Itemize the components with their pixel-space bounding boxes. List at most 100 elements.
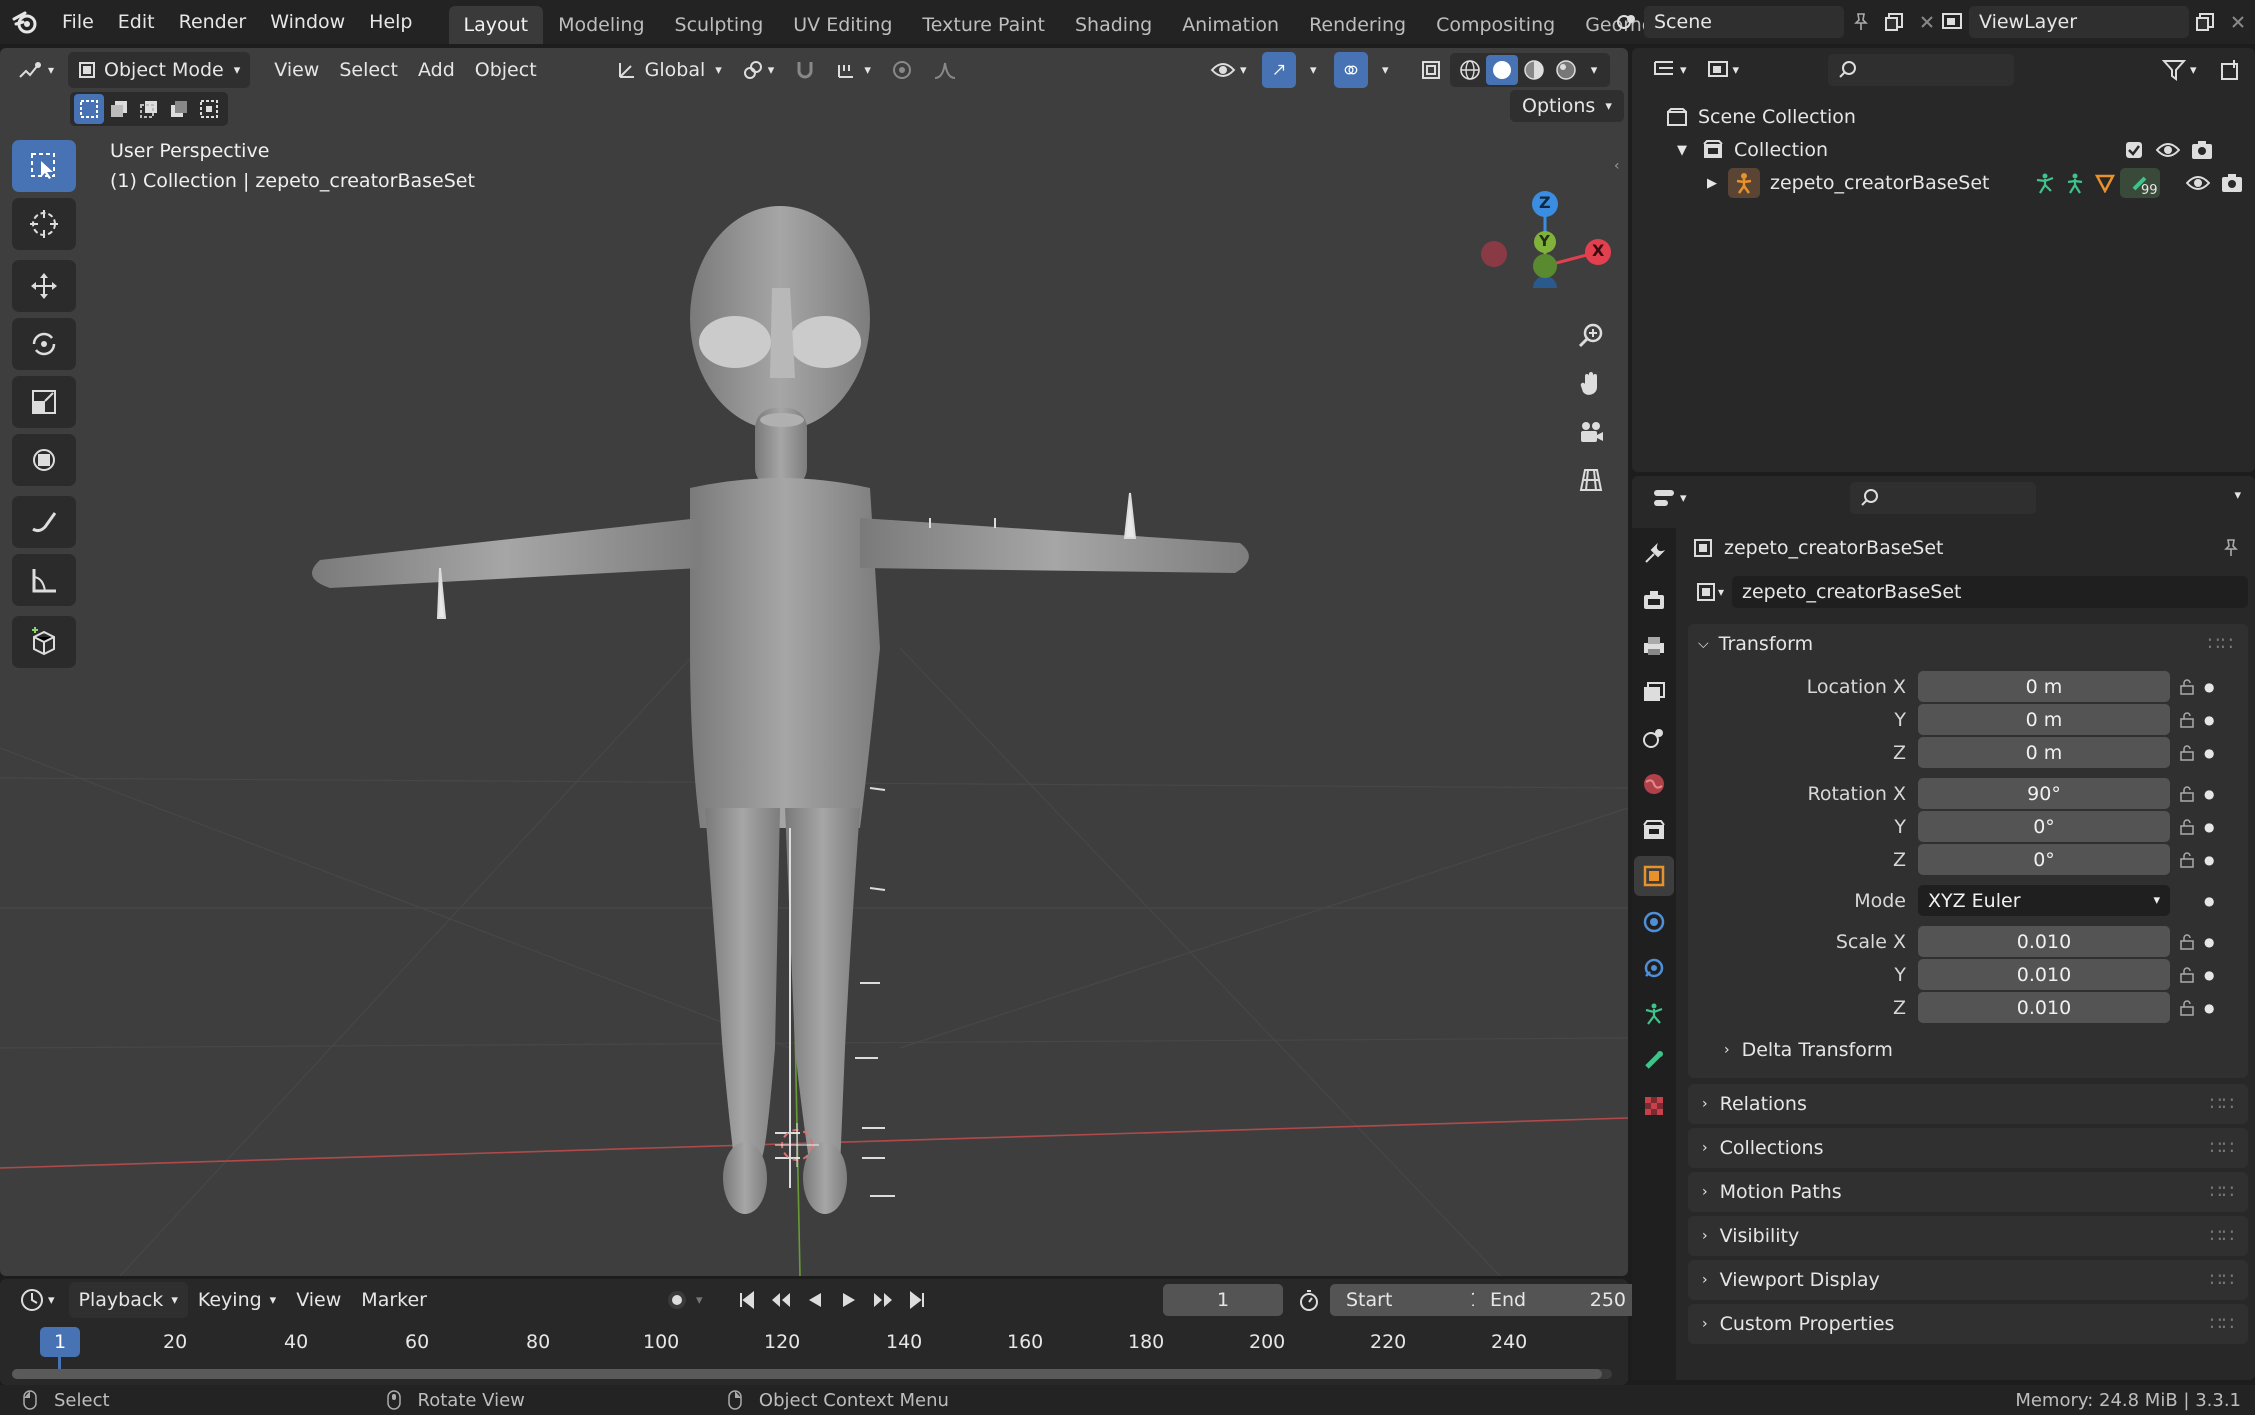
current-frame-field[interactable]: 1 — [1163, 1284, 1283, 1316]
overlays-dropdown[interactable]: ▾ — [1372, 52, 1399, 88]
visibility-icon[interactable]: ▾ — [1200, 52, 1257, 88]
zoom-icon[interactable] — [1567, 312, 1615, 360]
lock-icon[interactable] — [2170, 999, 2204, 1016]
play-icon[interactable] — [832, 1291, 866, 1309]
select-new-icon[interactable] — [74, 94, 104, 124]
jump-end-icon[interactable] — [900, 1291, 934, 1309]
outliner-editor-type-icon[interactable]: ▾ — [1642, 52, 1697, 88]
shading-dropdown[interactable]: ▾ — [1582, 55, 1606, 85]
marker-menu[interactable]: Marker — [351, 1282, 437, 1318]
transform-panel-header[interactable]: ⌵ Transform ∷∷ — [1688, 624, 2248, 664]
tab-texture-paint[interactable]: Texture Paint — [907, 6, 1060, 44]
view-layer-field[interactable]: ViewLayer — [1969, 6, 2189, 38]
viewport-menu-object[interactable]: Object — [465, 52, 547, 88]
scale-tool[interactable] — [12, 376, 76, 428]
pan-hand-icon[interactable] — [1567, 360, 1615, 408]
select-invert-icon[interactable] — [164, 94, 194, 124]
perspective-toggle-icon[interactable] — [1567, 456, 1615, 504]
drag-handle-icon[interactable]: ∷∷ — [2210, 1225, 2234, 1247]
view-layer-tab-icon[interactable] — [1634, 672, 1674, 712]
tab-shading[interactable]: Shading — [1060, 6, 1167, 44]
rotation-mode-dropdown[interactable]: XYZ Euler ▾ — [1918, 885, 2170, 916]
tab-modeling[interactable]: Modeling — [543, 6, 659, 44]
menu-render[interactable]: Render — [167, 0, 259, 44]
location-x-field[interactable]: 0 m — [1918, 671, 2170, 702]
collection-tab-icon[interactable] — [1634, 810, 1674, 850]
drag-handle-icon[interactable]: ∷∷ — [2210, 1137, 2234, 1159]
lock-icon[interactable] — [2170, 818, 2204, 835]
viewport-display-panel[interactable]: › Viewport Display ∷∷ — [1688, 1260, 2248, 1300]
navigation-gizmo[interactable]: Z X Y — [1470, 138, 1620, 300]
playhead[interactable]: 1 — [40, 1327, 80, 1357]
options-dropdown[interactable]: Options ▾ — [1510, 90, 1624, 122]
rotation-y-field[interactable]: 0° — [1918, 811, 2170, 842]
object-name-field[interactable]: zepeto_creatorBaseSet — [1732, 576, 2248, 608]
object-tab-icon[interactable] — [1634, 856, 1674, 896]
camera-icon[interactable] — [2218, 173, 2246, 193]
new-scene-icon[interactable] — [1878, 12, 1912, 32]
outliner-collection-row[interactable]: ▼ Collection — [1672, 135, 2252, 165]
gizmo-dropdown[interactable]: ▾ — [1300, 52, 1327, 88]
jump-start-icon[interactable] — [730, 1291, 764, 1309]
timeline-scrollbar[interactable] — [12, 1369, 1612, 1379]
scene-tab-icon[interactable] — [1634, 718, 1674, 758]
eye-icon[interactable] — [2154, 141, 2182, 159]
transform-tool[interactable] — [12, 434, 76, 486]
jump-keyframe-back-icon[interactable] — [764, 1291, 798, 1309]
timeline-view-menu[interactable]: View — [286, 1282, 351, 1318]
solid-shading-icon[interactable] — [1486, 55, 1518, 85]
pin-icon[interactable] — [1844, 13, 1878, 31]
sidebar-toggle-icon[interactable]: ‹ — [1614, 158, 1620, 174]
expand-arrow-icon[interactable]: ▶ — [1702, 176, 1722, 191]
keyframe-dot-icon[interactable]: ● — [2204, 820, 2214, 834]
gizmo-toggle-icon[interactable] — [1262, 52, 1296, 88]
new-collection-icon[interactable] — [2210, 52, 2252, 88]
pose-icon[interactable] — [2030, 172, 2060, 194]
stopwatch-icon[interactable] — [1294, 1288, 1324, 1312]
select-extend-icon[interactable] — [104, 94, 134, 124]
drag-handle-icon[interactable]: ∷∷ — [2210, 1093, 2234, 1115]
modifiers-tab-icon[interactable] — [1634, 902, 1674, 942]
rotation-x-field[interactable]: 90° — [1918, 778, 2170, 809]
scale-y-field[interactable]: 0.010 — [1918, 959, 2170, 990]
keyframe-dot-icon[interactable]: ● — [2204, 935, 2214, 949]
blender-logo-icon[interactable] — [0, 0, 50, 44]
lock-icon[interactable] — [2170, 711, 2204, 728]
motion-paths-panel[interactable]: › Motion Paths ∷∷ — [1688, 1172, 2248, 1212]
rotation-z-field[interactable]: 0° — [1918, 844, 2170, 875]
armature-data-icon[interactable] — [2060, 172, 2090, 194]
tab-layout[interactable]: Layout — [448, 6, 544, 44]
end-frame-field[interactable]: End 250 — [1474, 1284, 1642, 1316]
view-layer-selector[interactable]: ViewLayer — [1935, 6, 2253, 38]
wireframe-shading-icon[interactable] — [1454, 55, 1486, 85]
menu-help[interactable]: Help — [357, 0, 424, 44]
filter-icon[interactable]: ▾ — [2152, 52, 2207, 88]
drag-handle-icon[interactable]: ∷∷ — [2210, 1313, 2234, 1335]
rendered-shading-icon[interactable] — [1550, 55, 1582, 85]
drag-handle-icon[interactable]: ∷∷ — [2208, 633, 2234, 655]
render-tab-icon[interactable] — [1634, 580, 1674, 620]
collections-panel[interactable]: › Collections ∷∷ — [1688, 1128, 2248, 1168]
drag-handle-icon[interactable]: ∷∷ — [2210, 1269, 2234, 1291]
select-box-tool[interactable] — [12, 140, 76, 192]
outliner-object-row[interactable]: ▶ zepeto_creatorBaseSet 99 — [1702, 168, 2252, 198]
tab-compositing[interactable]: Compositing — [1421, 6, 1570, 44]
scale-x-field[interactable]: 0.010 — [1918, 926, 2170, 957]
mesh-modifier-icon[interactable] — [2090, 173, 2120, 193]
lock-icon[interactable] — [2170, 966, 2204, 983]
close-icon[interactable] — [2223, 15, 2253, 29]
measure-tool[interactable] — [12, 554, 76, 606]
collapse-arrow-icon[interactable]: ▼ — [1672, 143, 1692, 158]
tool-tab-icon[interactable] — [1634, 534, 1674, 574]
material-shading-icon[interactable] — [1518, 55, 1550, 85]
keyframe-dot-icon[interactable]: ● — [2204, 680, 2214, 694]
outliner-search-input[interactable] — [1828, 54, 2014, 86]
overlays-icon[interactable] — [1334, 52, 1368, 88]
scene-selector[interactable]: Scene — [1610, 6, 1942, 38]
camera-icon[interactable] — [2188, 140, 2216, 160]
start-frame-field[interactable]: Start1 — [1330, 1284, 1498, 1316]
keyframe-dot-icon[interactable]: ● — [2204, 713, 2214, 727]
texture-tab-icon[interactable] — [1634, 1086, 1674, 1126]
tab-sculpting[interactable]: Sculpting — [660, 6, 779, 44]
object-browse-icon[interactable]: ▾ — [1688, 582, 1732, 602]
